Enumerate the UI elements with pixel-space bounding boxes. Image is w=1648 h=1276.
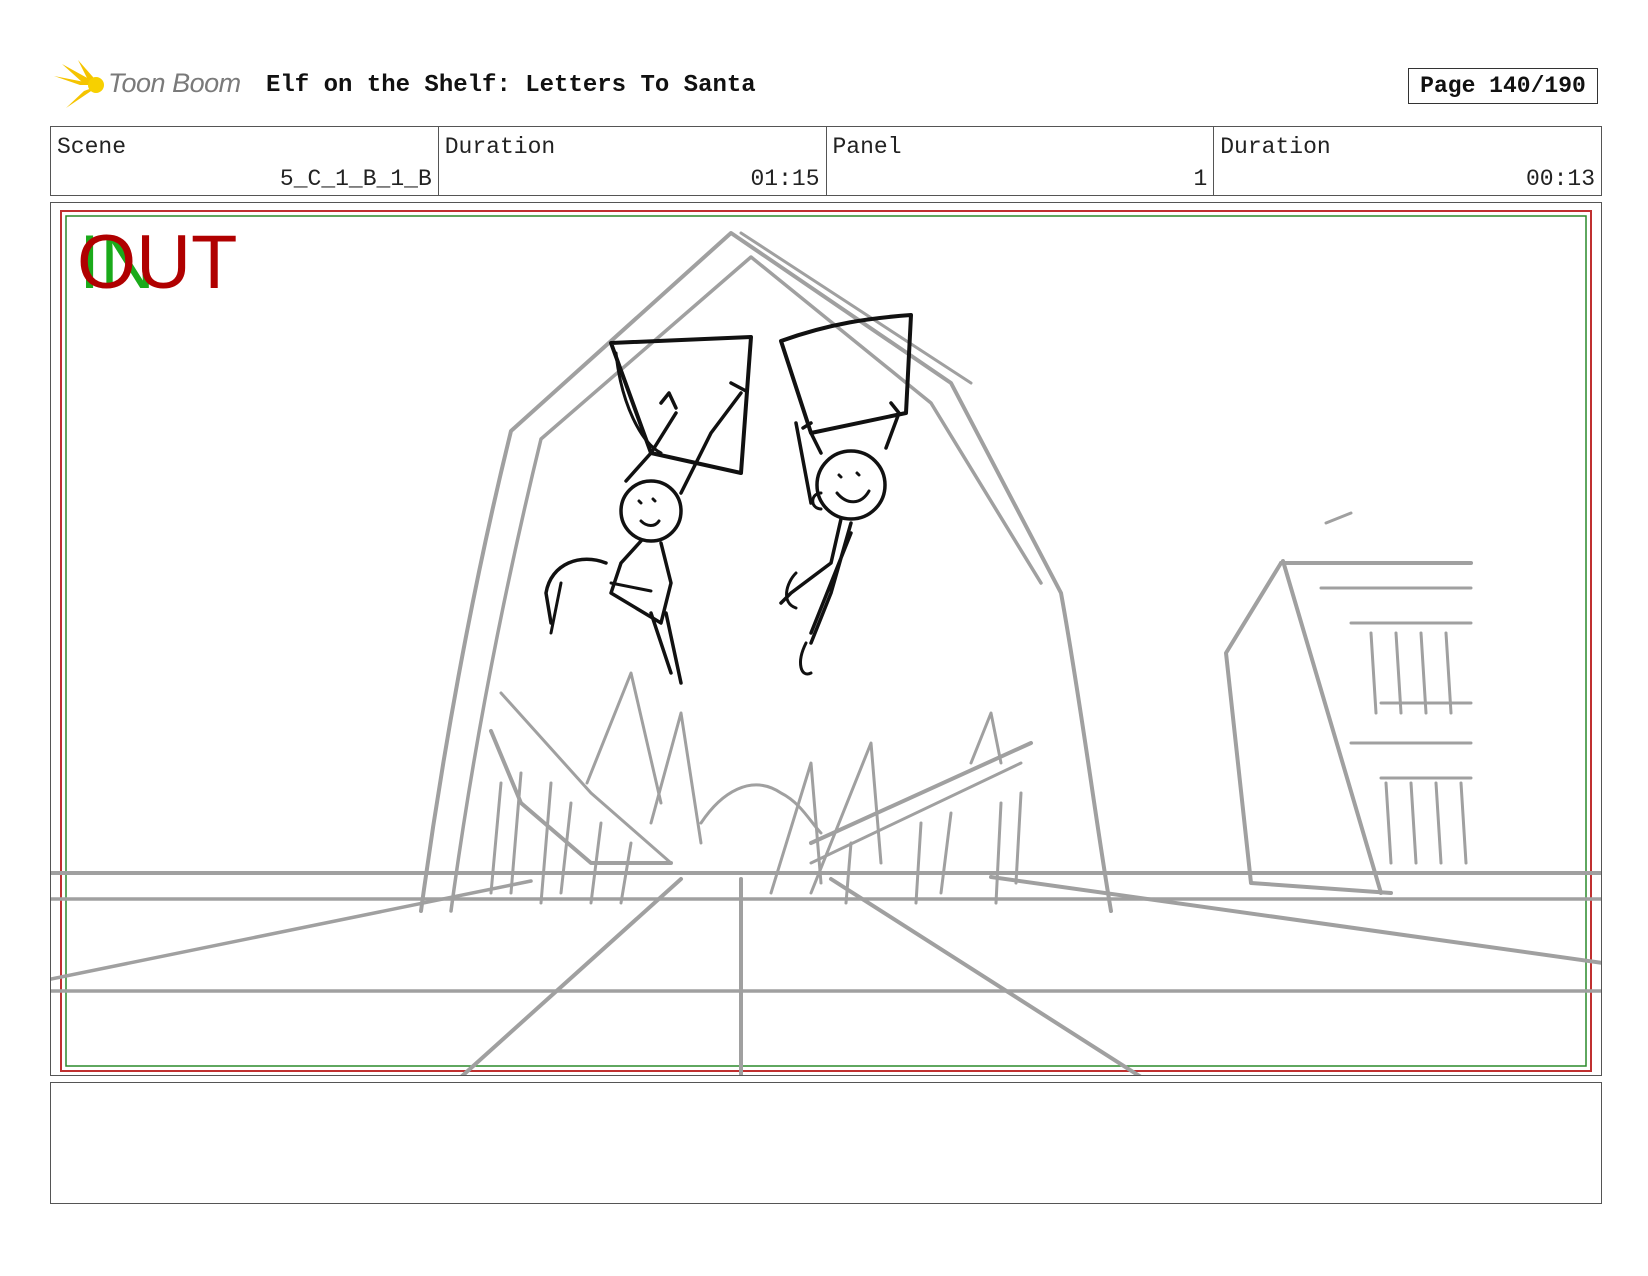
scene-label: Scene (57, 134, 127, 160)
panel-duration-label: Duration (1220, 134, 1331, 160)
logo-wordmark: Toon Boom (108, 68, 241, 98)
characters-sketch (544, 313, 913, 685)
scene-value: 5_C_1_B_1_B (279, 166, 432, 192)
toon-boom-logo: Toon Boom (52, 58, 252, 112)
scene-duration-label: Duration (444, 134, 556, 160)
panel-value: 1 (1193, 166, 1208, 192)
panel-sketch (51, 210, 1601, 1075)
frame-border-green (65, 215, 1587, 1067)
panel-label: Panel (832, 134, 902, 160)
panel-duration-value: 00:13 (1525, 166, 1595, 192)
scene-cell: Scene 5_C_1_B_1_B (51, 127, 439, 195)
panel-duration-cell: Duration 00:13 (1214, 127, 1601, 195)
page-indicator: Page 140/190 (1408, 68, 1598, 104)
scene-duration-cell: Duration 01:15 (439, 127, 827, 195)
out-marker: OUT (77, 220, 238, 305)
starburst-icon (54, 60, 104, 108)
storyboard-panel: IN OUT (50, 202, 1602, 1076)
scene-info-table: Scene 5_C_1_B_1_B Duration 01:15 Panel 1… (50, 126, 1602, 196)
project-title: Elf on the Shelf: Letters To Santa (266, 72, 756, 99)
notes-box (50, 1082, 1602, 1204)
scene-duration-value: 01:15 (750, 166, 820, 192)
panel-cell: Panel 1 (827, 127, 1215, 195)
frame-border-red (60, 210, 1592, 1072)
background-sketch (51, 231, 1601, 1075)
